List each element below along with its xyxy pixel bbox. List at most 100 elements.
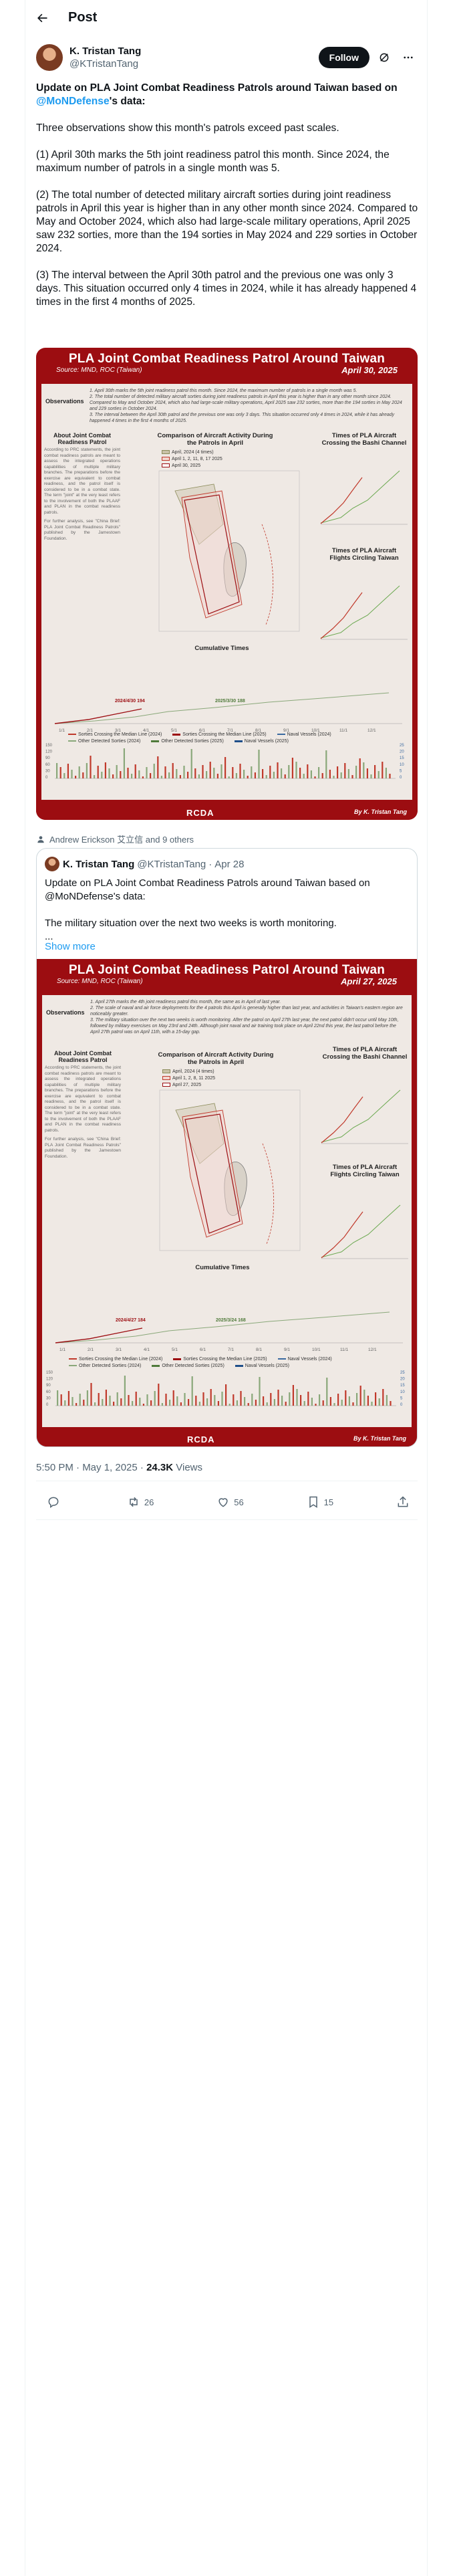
post-paragraph: (3) The interval between the April 30th …	[36, 270, 417, 308]
patrol-zone-2025	[182, 1109, 243, 1238]
daily-bar	[299, 768, 301, 778]
legend-label: Sorties Crossing the Median Line (2024)	[79, 1357, 163, 1362]
quoted-line: Update on PLA Joint Combat Readiness Pat…	[45, 877, 370, 902]
repost-button[interactable]: 26	[127, 1495, 154, 1509]
bookmark-count: 15	[323, 1497, 334, 1507]
daily-bar	[375, 1392, 377, 1406]
daily-bar	[57, 1390, 59, 1406]
bookmark-button[interactable]: 15	[307, 1495, 333, 1509]
cumulative-2025	[55, 1327, 143, 1344]
y2-tick-label: 15	[400, 756, 404, 760]
daily-bar	[123, 748, 125, 778]
mention-link[interactable]: @MoNDefense	[36, 96, 110, 107]
daily-bar	[210, 1389, 212, 1406]
daily-bar	[146, 1394, 148, 1406]
back-button[interactable]	[31, 7, 53, 29]
grok-button[interactable]	[375, 48, 394, 67]
share-button[interactable]	[396, 1495, 410, 1509]
daily-bar	[273, 772, 275, 778]
panel-line-2024	[320, 585, 400, 639]
reply-button[interactable]	[47, 1495, 64, 1509]
daily-bar	[113, 1402, 115, 1406]
daily-bar	[315, 1404, 317, 1406]
daily-bar	[363, 1390, 365, 1406]
daily-bar	[90, 756, 92, 778]
daily-bar	[187, 772, 189, 778]
daily-bar	[104, 762, 106, 778]
daily-bar	[325, 750, 327, 778]
daily-bar	[120, 771, 122, 778]
month-tick-label: 9/1	[284, 1348, 290, 1352]
rcda-logo: RCDA	[187, 1434, 215, 1444]
daily-bar	[340, 772, 342, 778]
daily-bar	[198, 774, 200, 778]
daily-bar	[385, 768, 387, 778]
daily-bar	[303, 774, 305, 778]
back-arrow-icon	[37, 13, 47, 22]
daily-bar	[352, 1402, 354, 1406]
panel-line-2024	[321, 1204, 401, 1258]
daily-bar	[303, 1401, 305, 1406]
daily-bar	[235, 773, 237, 778]
daily-bar	[311, 1398, 313, 1406]
tagged-text: Andrew Erickson 艾立信 and 9 others	[49, 835, 194, 845]
daily-bar	[382, 762, 384, 778]
quoted-display-name: K. Tristan Tang	[63, 858, 135, 870]
legend-label: Sorties Crossing the Median Line (2025)	[183, 1357, 267, 1362]
daily-bar	[160, 776, 162, 778]
y-tick-label: 150	[45, 744, 53, 748]
daily-bar	[344, 763, 346, 778]
like-button[interactable]: 56	[216, 1495, 244, 1509]
daily-bar	[63, 773, 65, 778]
handle[interactable]: @KTristanTang	[69, 58, 319, 70]
daily-bar	[191, 1376, 193, 1406]
quoted-post[interactable]: K. Tristan Tang @KTristanTang · Apr 28 U…	[36, 848, 418, 1447]
daily-bar	[277, 1390, 279, 1406]
post-timestamp[interactable]: 5:50 PM · May 1, 2025 ·	[36, 1462, 146, 1473]
show-more-link[interactable]: Show more	[45, 941, 96, 952]
more-button[interactable]	[399, 48, 418, 67]
legend-label: Other Detected Sorties (2025)	[162, 1364, 224, 1368]
daily-bar	[266, 1402, 268, 1406]
daily-bar	[321, 773, 323, 778]
tagged-users[interactable]: Andrew Erickson 艾立信 and 9 others	[36, 833, 194, 845]
daily-bar	[202, 1392, 204, 1406]
daily-bar	[244, 1397, 246, 1406]
panel-line-2024	[321, 1089, 401, 1143]
divider	[36, 1519, 418, 1520]
daily-bar	[161, 1403, 163, 1406]
daily-bar	[356, 1393, 358, 1406]
views-count: 24.3K	[146, 1462, 174, 1473]
legend-item: Other Detected Sorties (2025)	[151, 738, 224, 745]
infographic-image[interactable]: PLA Joint Combat Readiness Patrol Around…	[36, 348, 418, 820]
daily-bar	[97, 766, 99, 778]
daily-bar	[355, 766, 357, 778]
quoted-header: K. Tristan Tang @KTristanTang · Apr 28	[45, 857, 244, 871]
cumulative-label: 2025/3/24 168	[216, 1318, 246, 1323]
month-tick-label: 10/1	[312, 1348, 321, 1352]
quoted-infographic-image[interactable]: PLA Joint Combat Readiness Patrol Around…	[37, 959, 417, 1446]
daily-bar	[269, 766, 271, 778]
daily-bar	[195, 1396, 197, 1406]
avatar[interactable]	[36, 44, 63, 71]
infographic-date: April 30, 2025	[341, 365, 398, 375]
daily-bar	[389, 774, 391, 778]
daily-bar	[138, 770, 140, 778]
daily-bar	[214, 1395, 216, 1406]
month-tick-label: 11/1	[340, 1348, 349, 1352]
month-tick-label: 6/1	[200, 1348, 206, 1352]
post-title: Update on PLA Joint Combat Readiness Pat…	[36, 82, 420, 108]
daily-bar	[213, 768, 215, 778]
daily-bar	[228, 776, 230, 778]
legend-item: Other Detected Sorties (2024)	[69, 1363, 141, 1370]
display-name[interactable]: K. Tristan Tang	[69, 45, 319, 58]
month-tick-label: 7/1	[228, 1348, 234, 1352]
daily-bar	[176, 1396, 178, 1406]
legend-label: Naval Vessels (2024)	[287, 1357, 332, 1362]
daily-bar	[295, 762, 297, 778]
post-column: Post K. Tristan Tang @KTristanTang Follo…	[25, 0, 428, 2576]
follow-button[interactable]: Follow	[318, 47, 369, 68]
daily-bar	[86, 763, 88, 778]
daily-bar	[164, 766, 166, 778]
repost-count: 26	[144, 1497, 154, 1507]
